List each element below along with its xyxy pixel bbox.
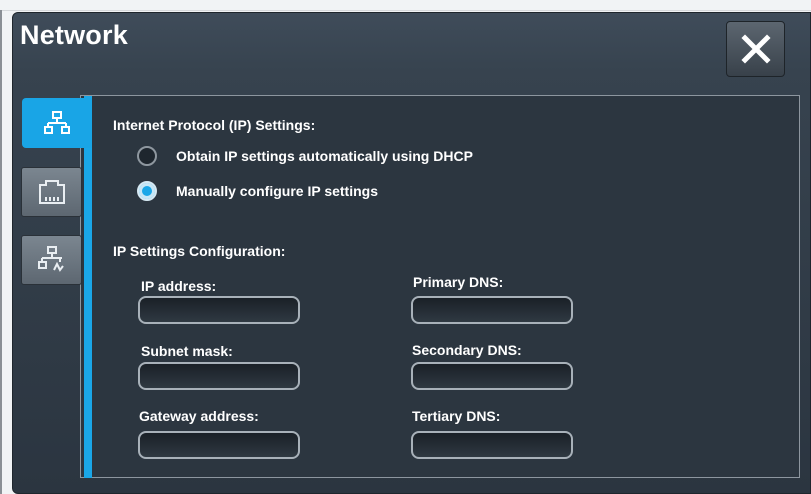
background-edge-left	[0, 10, 2, 494]
secondary-dns-input[interactable]	[411, 362, 573, 390]
tab-ethernet[interactable]	[21, 167, 82, 217]
dhcp-radio[interactable]	[137, 146, 157, 166]
close-icon	[740, 34, 771, 64]
primary-dns-input[interactable]	[411, 296, 573, 324]
ip-address-label: IP address:	[141, 278, 217, 294]
tab-network[interactable]	[22, 98, 92, 148]
manual-radio-label[interactable]: Manually configure IP settings	[176, 183, 378, 199]
network-settings-icon	[37, 246, 64, 272]
ip-address-input[interactable]	[138, 296, 300, 324]
tertiary-dns-label: Tertiary DNS:	[412, 408, 501, 424]
gateway-address-input[interactable]	[138, 431, 300, 459]
active-tab-accent	[84, 96, 92, 478]
primary-dns-label: Primary DNS:	[413, 274, 504, 290]
close-button[interactable]	[726, 21, 785, 77]
secondary-dns-label: Secondary DNS:	[412, 342, 522, 358]
network-icon	[44, 111, 70, 134]
dhcp-radio-label[interactable]: Obtain IP settings automatically using D…	[176, 148, 473, 164]
ip-settings-heading: Internet Protocol (IP) Settings:	[113, 117, 316, 133]
tertiary-dns-input[interactable]	[411, 431, 573, 459]
ethernet-port-icon	[38, 180, 65, 204]
ip-config-heading: IP Settings Configuration:	[113, 243, 286, 259]
subnet-mask-label: Subnet mask:	[141, 343, 233, 359]
background-edge	[0, 10, 811, 11]
dialog-title: Network	[20, 20, 128, 50]
gateway-address-label: Gateway address:	[139, 408, 259, 424]
manual-radio[interactable]	[137, 181, 157, 201]
tab-network-settings[interactable]	[21, 235, 82, 285]
subnet-mask-input[interactable]	[138, 362, 300, 390]
